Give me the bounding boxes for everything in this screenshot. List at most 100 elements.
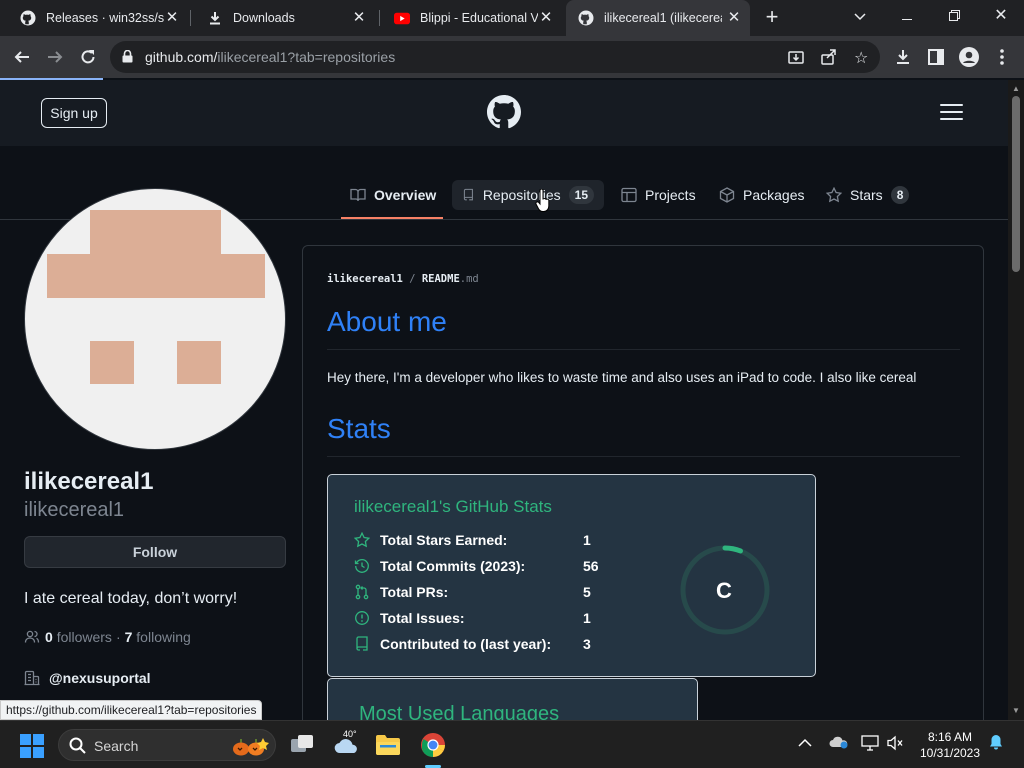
tab-stars[interactable]: Stars 8: [826, 180, 910, 210]
stat-value: 1: [583, 532, 591, 548]
repo-icon: [356, 636, 368, 651]
heading-divider: [327, 349, 960, 350]
project-table-icon: [621, 187, 637, 203]
following-count: 7: [124, 629, 133, 645]
lock-icon[interactable]: [122, 49, 133, 68]
hand-cursor-icon: [535, 188, 551, 218]
new-tab-button[interactable]: +: [760, 6, 784, 30]
following-label: following: [136, 629, 191, 645]
profile-name: ilikecereal1: [24, 468, 154, 495]
tab-separator: [190, 10, 191, 26]
scroll-up-arrow-icon[interactable]: ▲: [1012, 84, 1020, 93]
separator-dot: ·: [115, 629, 121, 645]
book-icon: [350, 188, 366, 202]
readme-file-ext: .md: [459, 273, 479, 285]
about-text: Hey there, I'm a developer who likes to …: [327, 370, 917, 385]
back-button[interactable]: [9, 44, 35, 70]
issue-icon: [355, 611, 369, 625]
close-icon[interactable]: ✕: [351, 10, 367, 26]
restore-button[interactable]: [940, 4, 968, 28]
halloween-pumpkins-icon: [227, 735, 271, 762]
tab-packages[interactable]: Packages: [719, 180, 804, 210]
volume-muted-icon[interactable]: [886, 735, 904, 754]
followers-summary: 0 followers · 7 following: [24, 629, 191, 645]
windows-start-icon[interactable]: [20, 734, 44, 758]
browser-tab-releases[interactable]: Releases · win32ss/supermium ✕: [8, 0, 188, 36]
file-explorer-icon[interactable]: [372, 729, 404, 761]
page-scrollbar[interactable]: ▲ ▼: [1008, 80, 1024, 720]
organization-label: @nexusuportal: [49, 670, 151, 686]
stat-value: 5: [583, 584, 591, 600]
chrome-taskbar-icon[interactable]: [417, 729, 449, 761]
chrome-menu-icon[interactable]: [989, 44, 1015, 70]
forward-button[interactable]: [42, 44, 68, 70]
stat-row-prs: Total PRs: 5: [354, 582, 623, 602]
readme-owner-link[interactable]: ilikecereal1: [327, 273, 403, 285]
github-header: Sign up: [0, 80, 1008, 146]
organization-item[interactable]: @nexusuportal: [24, 670, 151, 686]
profile-login: ilikecereal1: [24, 499, 125, 521]
notification-bell-icon[interactable]: [989, 734, 1003, 753]
show-hidden-icons-chevron-icon[interactable]: [798, 735, 812, 751]
stat-row-stars: Total Stars Earned: 1: [354, 530, 623, 550]
youtube-icon: [394, 10, 410, 26]
followers-link[interactable]: 0 followers: [45, 629, 112, 645]
avatar[interactable]: [24, 188, 286, 450]
scrollbar-thumb[interactable]: [1012, 96, 1020, 272]
browser-tab-title: ilikecereal1 (ilikecereal1): [604, 11, 722, 25]
downloads-icon[interactable]: [890, 44, 916, 70]
close-icon[interactable]: ✕: [538, 10, 554, 26]
tab-projects[interactable]: Projects: [621, 180, 696, 210]
stats-heading: Stats: [327, 413, 391, 444]
hamburger-menu-icon[interactable]: [940, 104, 963, 122]
close-icon[interactable]: ✕: [726, 10, 742, 26]
clock-time: 8:16 AM: [927, 730, 973, 744]
download-icon: [207, 10, 223, 26]
pull-request-icon: [355, 584, 369, 600]
network-display-icon[interactable]: [861, 735, 879, 754]
repositories-count-badge: 15: [568, 186, 594, 204]
heading-divider: [327, 456, 960, 457]
follow-button[interactable]: Follow: [24, 536, 286, 568]
browser-tab-downloads[interactable]: Downloads ✕: [195, 0, 375, 36]
reload-button[interactable]: [75, 44, 101, 70]
about-heading: About me: [327, 306, 447, 337]
address-url[interactable]: github.com/ilikecereal1?tab=repositories: [145, 49, 395, 65]
search-label: Search: [94, 738, 139, 754]
onedrive-icon[interactable]: [829, 735, 849, 752]
minimize-button[interactable]: [893, 4, 921, 28]
tab-repositories[interactable]: Repositories 15: [452, 180, 604, 210]
stars-count-badge: 8: [890, 186, 910, 204]
status-bar-link: https://github.com/ilikecereal1?tab=repo…: [0, 700, 263, 720]
github-logo-icon[interactable]: [487, 95, 521, 129]
tab-stars-label: Stars: [850, 187, 883, 203]
share-icon[interactable]: [821, 49, 837, 70]
taskbar-search[interactable]: Search: [58, 729, 276, 761]
star-icon: [826, 187, 842, 203]
bookmark-star-icon[interactable]: ☆: [854, 48, 868, 68]
scroll-down-arrow-icon[interactable]: ▼: [1012, 706, 1020, 715]
browser-tab-strip: Releases · win32ss/supermium ✕ Downloads…: [0, 0, 1024, 36]
sign-up-button[interactable]: Sign up: [41, 98, 107, 128]
address-bar[interactable]: github.com/ilikecereal1?tab=repositories…: [110, 41, 880, 73]
browser-tab-blippi[interactable]: Blippi - Educational Videos ✕: [382, 0, 562, 36]
tab-overview-label: Overview: [374, 187, 437, 203]
browser-tab-profile[interactable]: ilikecereal1 (ilikecereal1) ✕: [566, 0, 750, 36]
task-view-icon[interactable]: [286, 729, 318, 761]
taskbar-clock[interactable]: 8:16 AM 10/31/2023: [912, 729, 988, 761]
following-link[interactable]: 7 following: [125, 629, 191, 645]
close-icon[interactable]: ✕: [164, 10, 180, 26]
profile-bio: I ate cereal today, don’t worry!: [24, 590, 238, 607]
history-icon: [354, 559, 369, 573]
close-window-button[interactable]: ✕: [987, 4, 1015, 28]
side-panel-icon[interactable]: [923, 44, 949, 70]
install-app-icon[interactable]: [788, 49, 804, 70]
tab-overview[interactable]: Overview: [350, 180, 436, 210]
github-icon: [20, 10, 36, 26]
search-icon: [69, 737, 86, 759]
tab-packages-label: Packages: [743, 187, 805, 203]
stat-label: Total Commits (2023):: [380, 558, 526, 574]
readme-file-link[interactable]: README: [422, 273, 460, 285]
profile-avatar-icon[interactable]: [956, 44, 982, 70]
tab-search-chevron-icon[interactable]: [846, 4, 874, 28]
